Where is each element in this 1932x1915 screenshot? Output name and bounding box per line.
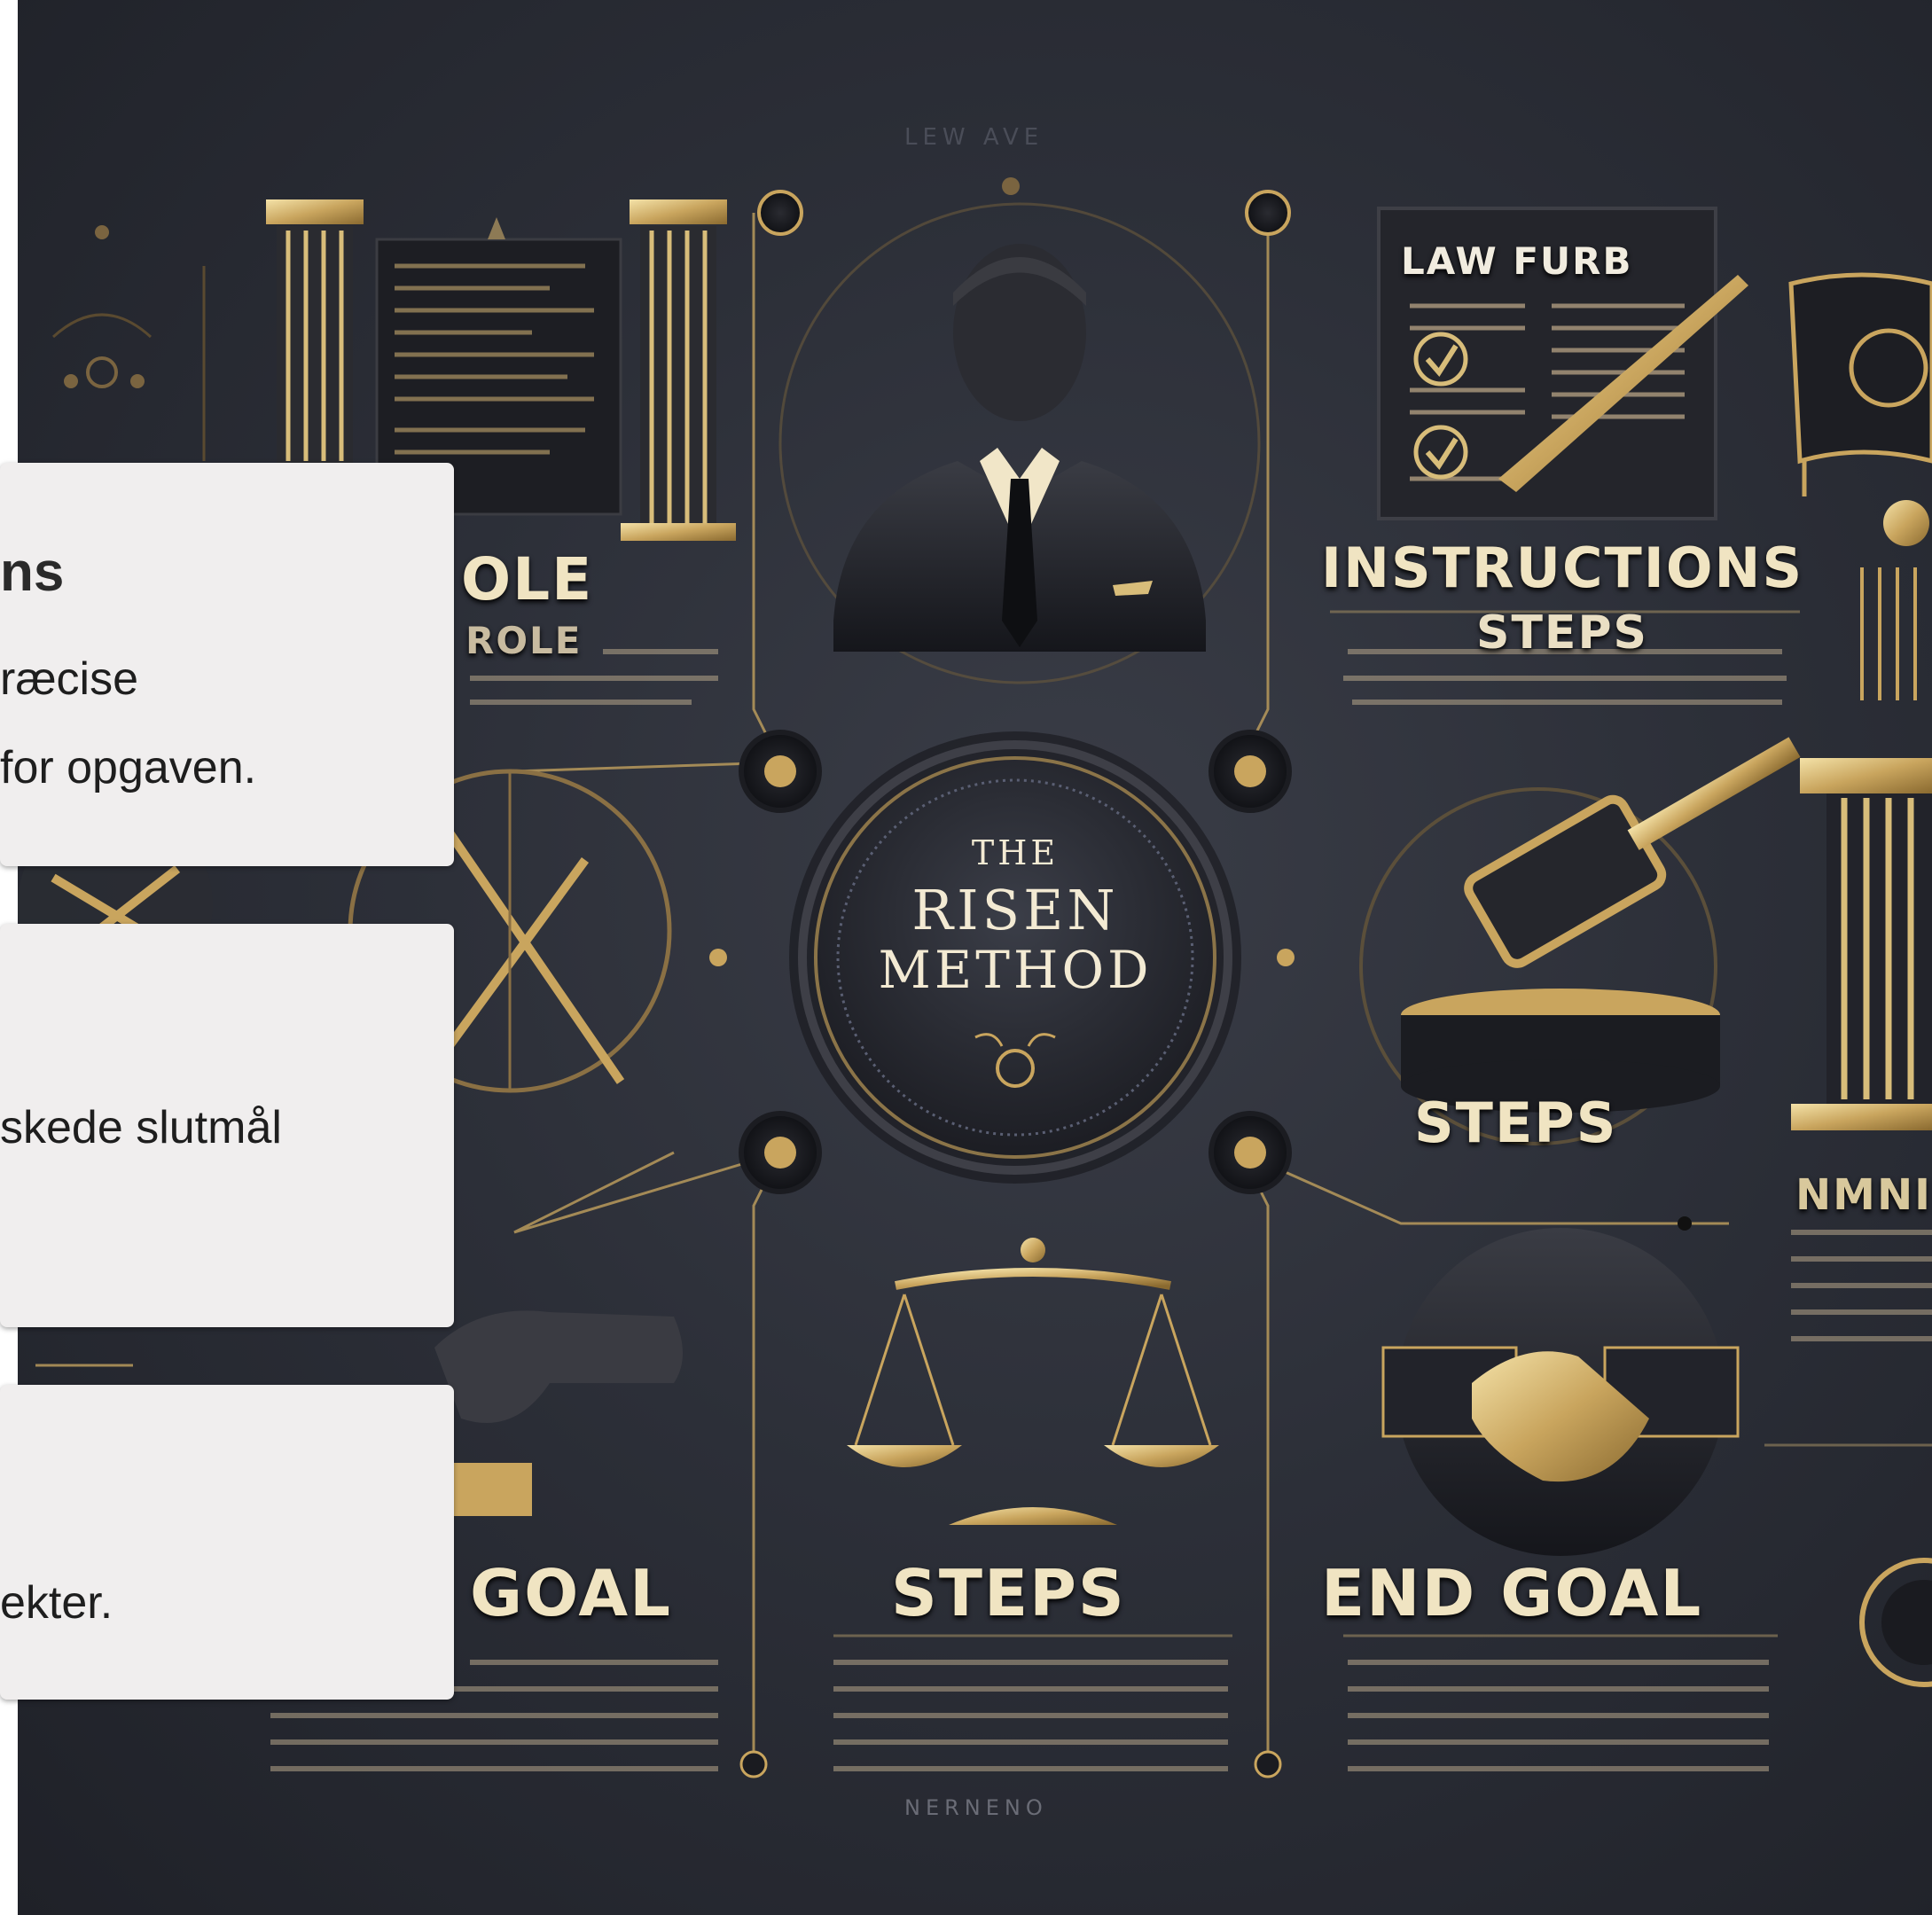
card-instructions-line-1: ræcise [0,653,139,705]
card-instructions-title: ns [0,542,65,603]
card-narrowing: ekter. [0,1385,454,1700]
card-end-goal-line-1: skede slutmål [0,1102,282,1153]
center-risen: RISEN [911,878,1119,942]
lawyer-figure [778,202,1261,684]
heading-steps-right: STEPS [1414,1090,1618,1155]
heading-role: OLE [461,545,594,614]
subheading-instructions: STEPS [1476,606,1649,660]
hand-decor [434,1310,683,1516]
pillar-decor-right [1788,272,1932,1687]
card-end-goal: skede slutmål [0,924,454,1327]
gavel-decor [1359,737,1801,1145]
heading-instructions: INSTRUCTIONS [1321,535,1804,600]
slide: LEW AVE LAW FURB OLE ROLE INSTRUCTIONS S… [0,0,1932,1915]
card-narrowing-line-1: ekter. [0,1577,113,1629]
heading-goal: GOAL [470,1556,672,1630]
heading-right-partial: NMNINI [1795,1170,1932,1220]
subheading-role: ROLE [465,619,583,662]
doc-label: LAW FURB [1401,239,1633,283]
handshake-decor [1381,1228,1740,1556]
faded-header: LEW AVE [904,124,1044,151]
faded-footer: NERNENO [904,1795,1048,1820]
center-the: THE [971,833,1060,872]
heading-steps-bottom: STEPS [891,1556,1126,1630]
card-instructions: ns ræcise for opgaven. [0,463,454,866]
heading-end-goal: END GOAL [1321,1556,1703,1630]
center-method: METHOD [878,940,1153,1000]
card-instructions-line-2: for opgaven. [0,742,257,793]
scales-decor [847,1238,1219,1525]
